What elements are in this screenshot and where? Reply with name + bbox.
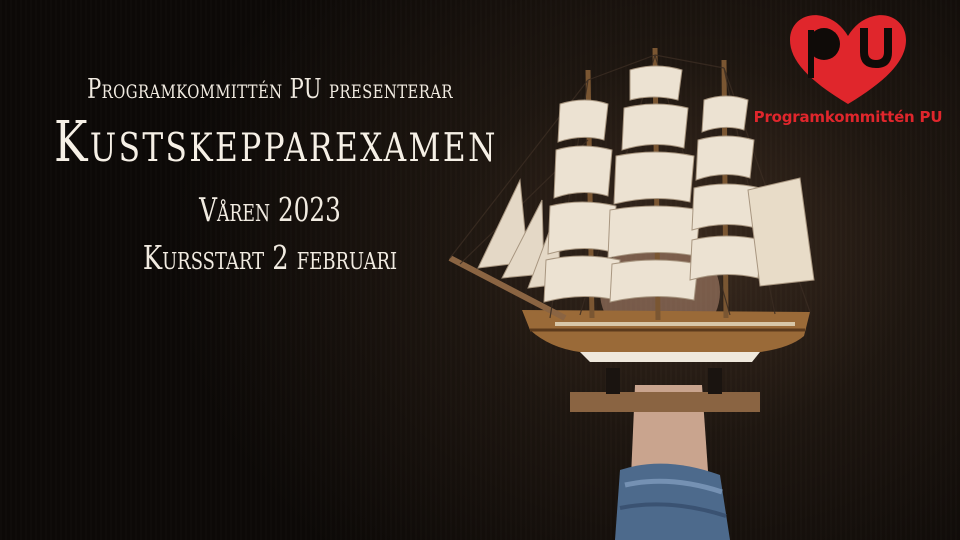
presenter-line: Programkommittén PU presenterar [87,74,453,105]
mizzen-sail-top [701,95,749,133]
course-start-line: Kursstart 2 februari [142,238,398,277]
logo-name: Programkommittén PU [753,108,943,126]
spanker-sail [747,177,815,287]
display-stand [570,392,760,412]
main-sail-top [629,65,683,101]
programkommitten-pu-logo: Programkommittén PU [748,12,948,132]
event-banner: Programkommittén PU presenterar Kustskep… [0,0,960,540]
event-title: Kustskepparexamen [54,110,498,175]
fore-sail-top [557,99,609,143]
heart-pu-logo-icon [790,15,906,104]
denim-sleeve [615,463,730,540]
season-line: Våren 2023 [199,190,341,229]
